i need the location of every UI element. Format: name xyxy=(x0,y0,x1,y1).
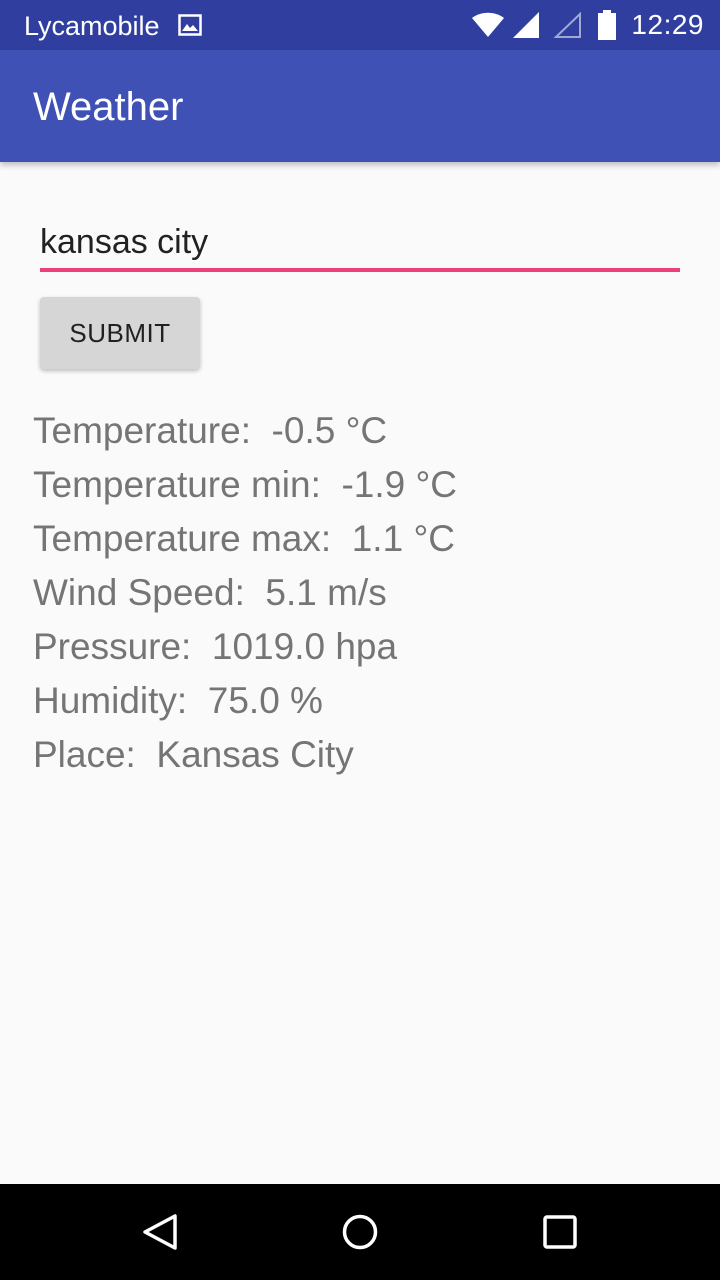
pressure-text: Pressure: 1019.0 hpa xyxy=(33,626,398,667)
image-icon xyxy=(178,14,202,36)
city-input-field[interactable] xyxy=(40,210,680,272)
wind-speed-text: Wind Speed: 5.1 m/s xyxy=(33,572,387,613)
back-icon[interactable] xyxy=(140,1212,180,1252)
recents-icon[interactable] xyxy=(542,1214,578,1250)
weather-results: Temperature: -0.5 °C Temperature min: -1… xyxy=(33,404,693,782)
temperature-min-text: Temperature min: -1.9 °C xyxy=(33,464,458,505)
clock: 12:29 xyxy=(631,9,704,40)
submit-button[interactable]: SUBMIT xyxy=(40,297,200,369)
carrier-name: Lycamobile xyxy=(24,11,160,41)
city-input[interactable] xyxy=(40,220,680,264)
cell-signal-empty-icon xyxy=(553,11,582,38)
cell-signal-icon xyxy=(513,12,540,38)
status-bar: Lycamobile 12:29 xyxy=(0,0,720,50)
home-icon[interactable] xyxy=(340,1212,380,1252)
temperature-max-text: Temperature max: 1.1 °C xyxy=(33,518,455,559)
humidity-text: Humidity: 75.0 % xyxy=(33,680,323,721)
wifi-icon xyxy=(472,12,505,37)
battery-icon xyxy=(598,10,617,40)
status-icons: 12:29 xyxy=(471,0,704,50)
place-text: Place: Kansas City xyxy=(33,734,354,775)
app-bar: Weather xyxy=(0,50,720,162)
navigation-bar xyxy=(0,1184,720,1280)
temperature-text: Temperature: -0.5 °C xyxy=(33,410,388,451)
app-title: Weather xyxy=(33,85,184,129)
